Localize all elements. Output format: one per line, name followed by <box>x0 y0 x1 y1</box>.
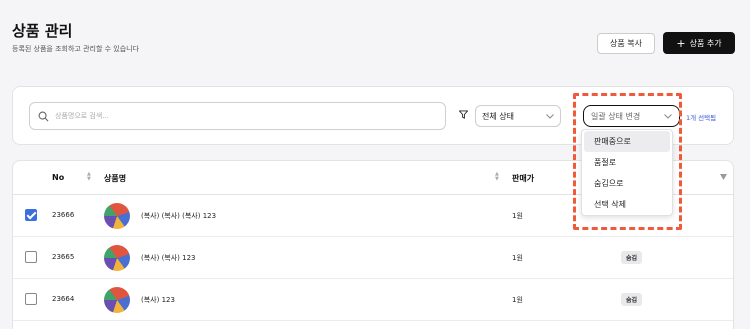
add-product-button[interactable]: + 상품 추가 <box>663 32 735 54</box>
row-product-name[interactable]: (복사) 123 <box>141 295 175 305</box>
row-no: 23665 <box>52 253 75 261</box>
search-input[interactable] <box>55 112 435 120</box>
table-row[interactable]: 23664 (복사) 123 1원 숨김 <box>13 279 733 321</box>
add-product-label: 상품 추가 <box>689 38 722 48</box>
search-icon <box>38 111 49 121</box>
dropdown-option-hide[interactable]: 숨김으로 <box>584 173 670 194</box>
search-box[interactable] <box>29 102 446 130</box>
row-checkbox[interactable] <box>25 209 37 221</box>
row-price: 1원 <box>512 254 523 262</box>
bulk-status-dropdown: 판매중으로 품절로 숨김으로 선택 삭제 <box>581 129 673 216</box>
plus-icon: + <box>676 36 686 50</box>
row-checkbox[interactable] <box>25 251 37 263</box>
page-subtitle: 등록된 상품을 조회하고 관리할 수 있습니다 <box>12 45 140 53</box>
product-thumbnail <box>104 287 130 313</box>
table-row[interactable]: 23665 (복사) (복사) 123 1원 숨김 <box>13 237 733 279</box>
column-header-no[interactable]: No <box>52 173 64 182</box>
column-header-price[interactable]: 판매가 <box>512 173 534 184</box>
column-filter-icon[interactable] <box>720 174 727 180</box>
product-thumbnail <box>104 203 130 229</box>
selected-count: 1개 선택됨 <box>686 114 717 122</box>
status-select[interactable]: 전체 상태 <box>475 105 561 127</box>
product-thumbnail <box>104 245 130 271</box>
status-badge: 숨김 <box>621 293 643 306</box>
filter-icon <box>459 110 468 119</box>
column-header-name[interactable]: 상품명 <box>104 173 126 184</box>
status-badge: 숨김 <box>621 251 643 264</box>
row-product-name[interactable]: (복사) (복사) 123 <box>141 253 196 263</box>
dropdown-option-delete[interactable]: 선택 삭제 <box>584 194 670 215</box>
copy-product-label: 상품 복사 <box>610 39 642 48</box>
status-select-value: 전체 상태 <box>482 111 514 121</box>
row-no: 23664 <box>52 295 75 303</box>
bulk-status-select[interactable]: 일괄 상태 변경 <box>583 105 680 127</box>
row-product-name[interactable]: (복사) (복사) (복사) 123 <box>141 211 216 221</box>
chevron-down-icon <box>664 113 672 119</box>
bulk-status-select-value: 일괄 상태 변경 <box>591 111 641 121</box>
copy-product-button[interactable]: 상품 복사 <box>597 33 655 54</box>
row-checkbox[interactable] <box>25 293 37 305</box>
sort-icon[interactable]: ▲ ▼ <box>495 172 499 182</box>
row-price: 1원 <box>512 296 523 304</box>
dropdown-option-on-sale[interactable]: 판매중으로 <box>584 131 670 152</box>
sort-icon[interactable]: ▲ ▼ <box>87 172 91 182</box>
dropdown-option-sold-out[interactable]: 품절로 <box>584 152 670 173</box>
chevron-down-icon <box>546 113 554 119</box>
page-title: 상품 관리 <box>12 22 73 40</box>
row-price: 1원 <box>512 212 523 220</box>
row-no: 23666 <box>52 211 75 219</box>
